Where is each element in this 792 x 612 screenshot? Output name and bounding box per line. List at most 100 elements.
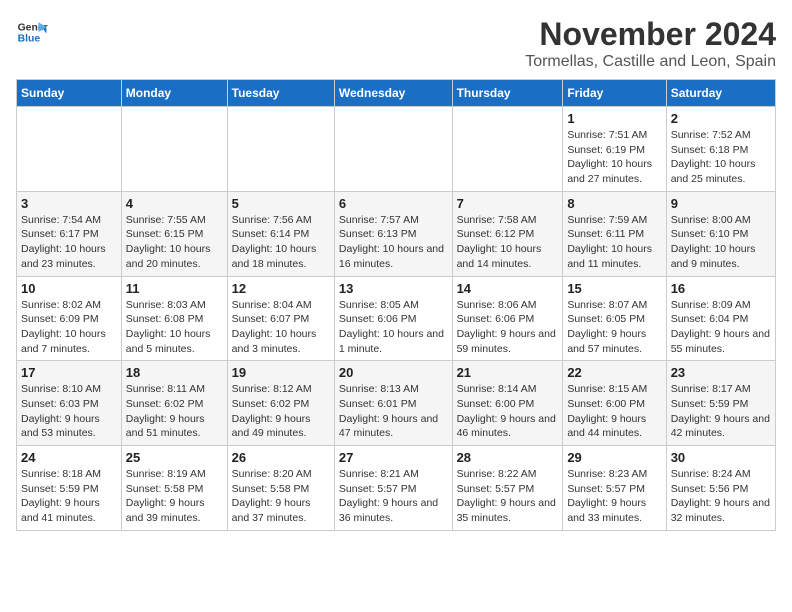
day-info: Sunrise: 7:55 AM Sunset: 6:15 PM Dayligh… xyxy=(126,213,223,272)
calendar-week-row: 10 Sunrise: 8:02 AM Sunset: 6:09 PM Dayli… xyxy=(17,276,776,361)
day-number: 17 xyxy=(21,365,117,380)
day-number: 7 xyxy=(457,196,559,211)
day-info: Sunrise: 8:07 AM Sunset: 6:05 PM Dayligh… xyxy=(567,298,661,357)
day-info: Sunrise: 8:00 AM Sunset: 6:10 PM Dayligh… xyxy=(671,213,771,272)
day-info: Sunrise: 8:18 AM Sunset: 5:59 PM Dayligh… xyxy=(21,467,117,526)
weekday-header-cell: Tuesday xyxy=(227,80,334,107)
weekday-header-cell: Wednesday xyxy=(334,80,452,107)
calendar-cell: 5Sunrise: 7:56 AM Sunset: 6:14 PM Daylig… xyxy=(227,191,334,276)
weekday-header-cell: Saturday xyxy=(666,80,775,107)
day-info: Sunrise: 7:56 AM Sunset: 6:14 PM Dayligh… xyxy=(232,213,330,272)
day-info: Sunrise: 8:23 AM Sunset: 5:57 PM Dayligh… xyxy=(567,467,661,526)
day-number: 22 xyxy=(567,365,661,380)
day-info: Sunrise: 8:06 AM Sunset: 6:06 PM Dayligh… xyxy=(457,298,559,357)
calendar-cell: 15 Sunrise: 8:07 AM Sunset: 6:05 PM Dayli… xyxy=(563,276,666,361)
calendar-table: SundayMondayTuesdayWednesdayThursdayFrid… xyxy=(16,79,776,531)
svg-text:Blue: Blue xyxy=(18,34,41,45)
calendar-cell xyxy=(17,107,122,192)
day-number: 8 xyxy=(567,196,661,211)
day-number: 3 xyxy=(21,196,117,211)
day-number: 12 xyxy=(232,281,330,296)
calendar-cell: 17 Sunrise: 8:10 AM Sunset: 6:03 PM Dayli… xyxy=(17,361,122,446)
calendar-cell: 22 Sunrise: 8:15 AM Sunset: 6:00 PM Dayli… xyxy=(563,361,666,446)
day-number: 10 xyxy=(21,281,117,296)
calendar-cell xyxy=(452,107,563,192)
calendar-week-row: 3 Sunrise: 7:54 AM Sunset: 6:17 PM Daylig… xyxy=(17,191,776,276)
month-title: November 2024 xyxy=(525,16,776,53)
day-number: 28 xyxy=(457,450,559,465)
logo-icon: General Blue xyxy=(16,16,48,48)
calendar-week-row: 24Sunrise: 8:18 AM Sunset: 5:59 PM Dayli… xyxy=(17,446,776,531)
day-number: 2 xyxy=(671,111,771,126)
calendar-cell xyxy=(334,107,452,192)
day-number: 6 xyxy=(339,196,448,211)
calendar-cell: 28 Sunrise: 8:22 AM Sunset: 5:57 PM Dayli… xyxy=(452,446,563,531)
day-info: Sunrise: 7:57 AM Sunset: 6:13 PM Dayligh… xyxy=(339,213,448,272)
day-info: Sunrise: 8:12 AM Sunset: 6:02 PM Dayligh… xyxy=(232,382,330,441)
day-number: 11 xyxy=(126,281,223,296)
day-info: Sunrise: 8:02 AM Sunset: 6:09 PM Dayligh… xyxy=(21,298,117,357)
calendar-cell: 24Sunrise: 8:18 AM Sunset: 5:59 PM Dayli… xyxy=(17,446,122,531)
day-info: Sunrise: 7:51 AM Sunset: 6:19 PM Dayligh… xyxy=(567,128,661,187)
calendar-cell: 14 Sunrise: 8:06 AM Sunset: 6:06 PM Dayli… xyxy=(452,276,563,361)
day-number: 16 xyxy=(671,281,771,296)
location-title: Tormellas, Castille and Leon, Spain xyxy=(525,53,776,71)
calendar-cell: 12 Sunrise: 8:04 AM Sunset: 6:07 PM Dayli… xyxy=(227,276,334,361)
day-info: Sunrise: 8:10 AM Sunset: 6:03 PM Dayligh… xyxy=(21,382,117,441)
calendar-cell: 1 Sunrise: 7:51 AM Sunset: 6:19 PM Daylig… xyxy=(563,107,666,192)
calendar-cell: 26Sunrise: 8:20 AM Sunset: 5:58 PM Dayli… xyxy=(227,446,334,531)
weekday-header-cell: Friday xyxy=(563,80,666,107)
calendar-cell: 23 Sunrise: 8:17 AM Sunset: 5:59 PM Dayli… xyxy=(666,361,775,446)
day-info: Sunrise: 8:17 AM Sunset: 5:59 PM Dayligh… xyxy=(671,382,771,441)
calendar-cell: 3 Sunrise: 7:54 AM Sunset: 6:17 PM Daylig… xyxy=(17,191,122,276)
calendar-cell: 6 Sunrise: 7:57 AM Sunset: 6:13 PM Daylig… xyxy=(334,191,452,276)
day-info: Sunrise: 8:21 AM Sunset: 5:57 PM Dayligh… xyxy=(339,467,448,526)
calendar-cell: 18 Sunrise: 8:11 AM Sunset: 6:02 PM Dayli… xyxy=(121,361,227,446)
day-number: 21 xyxy=(457,365,559,380)
day-info: Sunrise: 7:59 AM Sunset: 6:11 PM Dayligh… xyxy=(567,213,661,272)
weekday-header-row: SundayMondayTuesdayWednesdayThursdayFrid… xyxy=(17,80,776,107)
day-number: 27 xyxy=(339,450,448,465)
day-info: Sunrise: 8:04 AM Sunset: 6:07 PM Dayligh… xyxy=(232,298,330,357)
calendar-cell xyxy=(121,107,227,192)
day-number: 25 xyxy=(126,450,223,465)
calendar-cell: 2 Sunrise: 7:52 AM Sunset: 6:18 PM Daylig… xyxy=(666,107,775,192)
calendar-cell: 27 Sunrise: 8:21 AM Sunset: 5:57 PM Dayli… xyxy=(334,446,452,531)
day-info: Sunrise: 8:15 AM Sunset: 6:00 PM Dayligh… xyxy=(567,382,661,441)
day-info: Sunrise: 8:11 AM Sunset: 6:02 PM Dayligh… xyxy=(126,382,223,441)
day-info: Sunrise: 7:58 AM Sunset: 6:12 PM Dayligh… xyxy=(457,213,559,272)
day-info: Sunrise: 7:54 AM Sunset: 6:17 PM Dayligh… xyxy=(21,213,117,272)
calendar-cell: 8 Sunrise: 7:59 AM Sunset: 6:11 PM Daylig… xyxy=(563,191,666,276)
day-info: Sunrise: 8:19 AM Sunset: 5:58 PM Dayligh… xyxy=(126,467,223,526)
calendar-cell: 7 Sunrise: 7:58 AM Sunset: 6:12 PM Daylig… xyxy=(452,191,563,276)
day-number: 26 xyxy=(232,450,330,465)
day-info: Sunrise: 8:03 AM Sunset: 6:08 PM Dayligh… xyxy=(126,298,223,357)
calendar-cell: 11 Sunrise: 8:03 AM Sunset: 6:08 PM Dayli… xyxy=(121,276,227,361)
calendar-body: 1 Sunrise: 7:51 AM Sunset: 6:19 PM Daylig… xyxy=(17,107,776,531)
logo: General Blue xyxy=(16,16,48,48)
day-number: 29 xyxy=(567,450,661,465)
weekday-header-cell: Sunday xyxy=(17,80,122,107)
day-info: Sunrise: 8:22 AM Sunset: 5:57 PM Dayligh… xyxy=(457,467,559,526)
day-info: Sunrise: 8:14 AM Sunset: 6:00 PM Dayligh… xyxy=(457,382,559,441)
calendar-cell: 29 Sunrise: 8:23 AM Sunset: 5:57 PM Dayli… xyxy=(563,446,666,531)
day-info: Sunrise: 8:09 AM Sunset: 6:04 PM Dayligh… xyxy=(671,298,771,357)
day-number: 14 xyxy=(457,281,559,296)
calendar-cell: 9 Sunrise: 8:00 AM Sunset: 6:10 PM Daylig… xyxy=(666,191,775,276)
calendar-cell: 19 Sunrise: 8:12 AM Sunset: 6:02 PM Dayli… xyxy=(227,361,334,446)
calendar-cell: 10 Sunrise: 8:02 AM Sunset: 6:09 PM Dayli… xyxy=(17,276,122,361)
day-number: 15 xyxy=(567,281,661,296)
day-number: 13 xyxy=(339,281,448,296)
calendar-cell xyxy=(227,107,334,192)
day-number: 1 xyxy=(567,111,661,126)
day-number: 20 xyxy=(339,365,448,380)
day-info: Sunrise: 7:52 AM Sunset: 6:18 PM Dayligh… xyxy=(671,128,771,187)
day-number: 9 xyxy=(671,196,771,211)
calendar-week-row: 1 Sunrise: 7:51 AM Sunset: 6:19 PM Daylig… xyxy=(17,107,776,192)
day-info: Sunrise: 8:13 AM Sunset: 6:01 PM Dayligh… xyxy=(339,382,448,441)
calendar-cell: 13Sunrise: 8:05 AM Sunset: 6:06 PM Dayli… xyxy=(334,276,452,361)
day-number: 23 xyxy=(671,365,771,380)
day-info: Sunrise: 8:24 AM Sunset: 5:56 PM Dayligh… xyxy=(671,467,771,526)
day-number: 18 xyxy=(126,365,223,380)
day-number: 19 xyxy=(232,365,330,380)
